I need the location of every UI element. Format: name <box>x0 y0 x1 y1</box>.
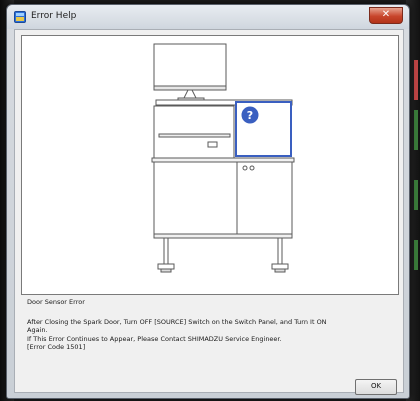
close-icon: ✕ <box>381 9 391 20</box>
monitor-screen <box>153 43 227 90</box>
illustration-pane: ? <box>21 35 399 295</box>
instrument-counter <box>151 157 295 163</box>
error-help-dialog: Error Help ✕ ? Door Sensor Error After C… <box>6 4 410 399</box>
window-title: Error Help <box>31 11 77 21</box>
dialog-client-area: ? Door Sensor Error After Closing the Sp… <box>14 29 404 395</box>
instrument-illustration: ? <box>151 43 295 273</box>
ok-button-label: OK <box>370 382 382 390</box>
right-cabinet-door <box>236 161 293 235</box>
instrument-base <box>153 233 293 239</box>
question-marker-glyph: ? <box>247 109 253 122</box>
monitor-bezel-bottom <box>153 85 227 91</box>
knob-right <box>249 165 255 171</box>
knob-left <box>242 165 248 171</box>
message-line-4: [Error Code 1501] <box>27 343 86 351</box>
app-icon <box>14 11 26 23</box>
close-button[interactable]: ✕ <box>369 7 403 24</box>
title-bar[interactable]: Error Help ✕ <box>7 5 409 29</box>
message-line-1: After Closing the Spark Door, Turn OFF [… <box>27 318 327 326</box>
error-heading: Door Sensor Error <box>27 298 85 306</box>
message-line-2: Again. <box>27 326 48 334</box>
monitor-stand <box>183 89 189 99</box>
leg-right-foot <box>271 263 289 270</box>
message-line-3: If This Error Continues to Appear, Pleas… <box>27 335 282 343</box>
ok-button[interactable]: OK <box>355 379 397 395</box>
tray-handle <box>207 141 218 148</box>
tray-slot <box>158 133 231 138</box>
instrument-upper-body <box>153 105 235 159</box>
leg-left-foot <box>157 263 175 270</box>
